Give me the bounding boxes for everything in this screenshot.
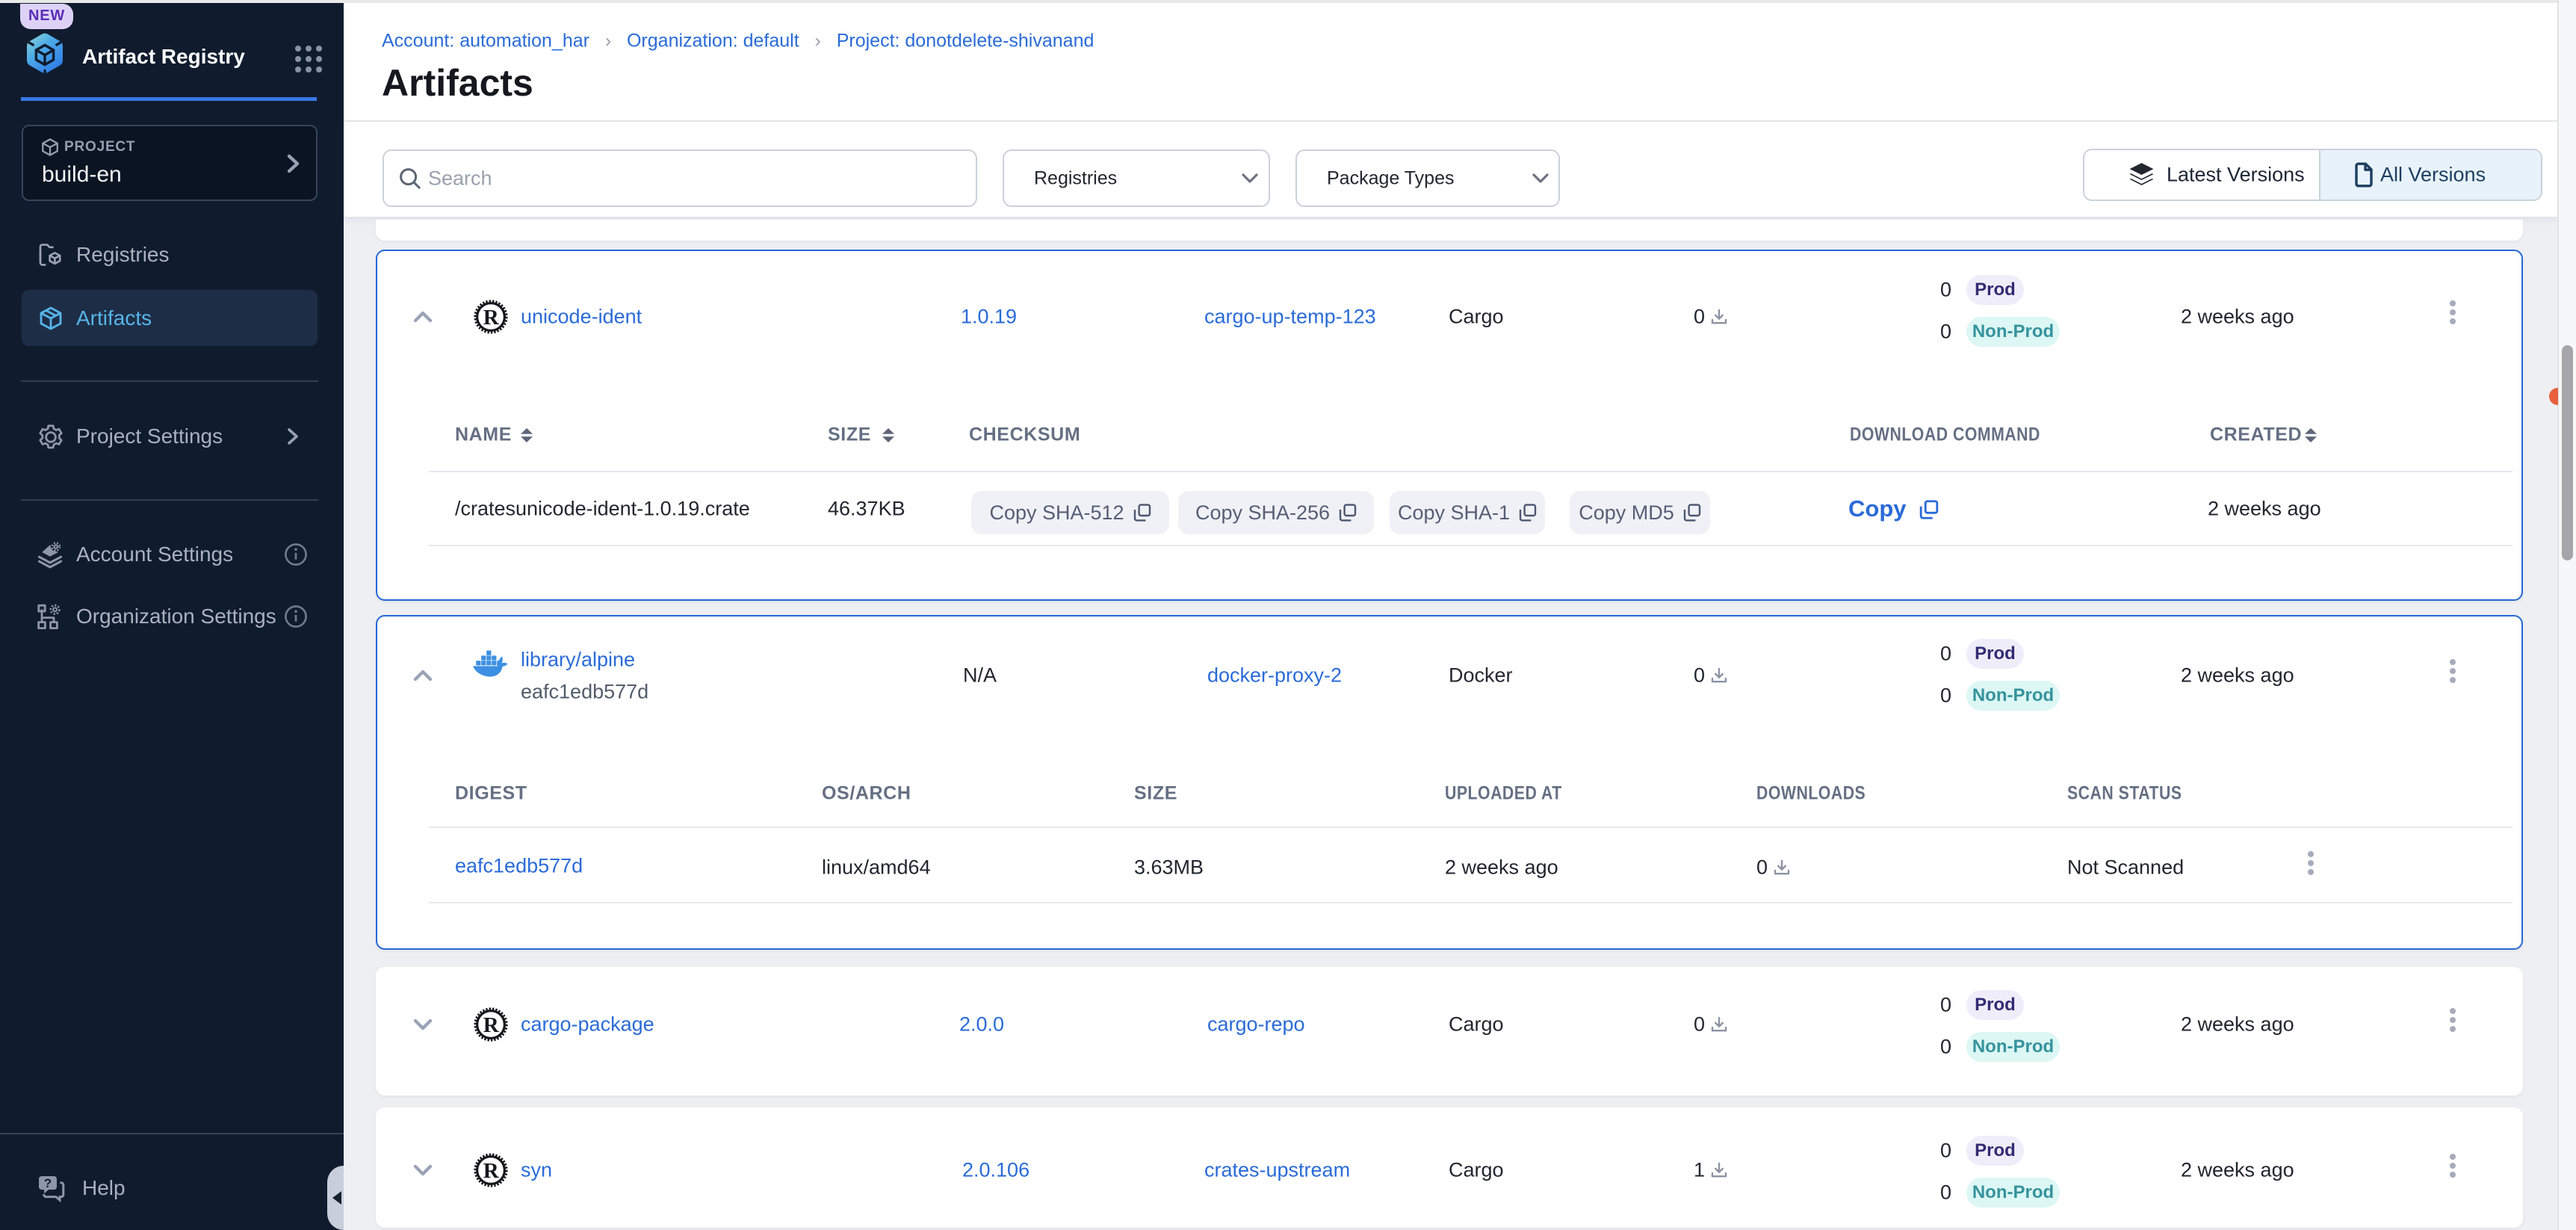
svg-text:?: ? [44,1176,52,1190]
svg-text:R: R [483,306,500,330]
svg-text:R: R [483,1013,500,1037]
svg-text:R: R [483,1159,500,1183]
